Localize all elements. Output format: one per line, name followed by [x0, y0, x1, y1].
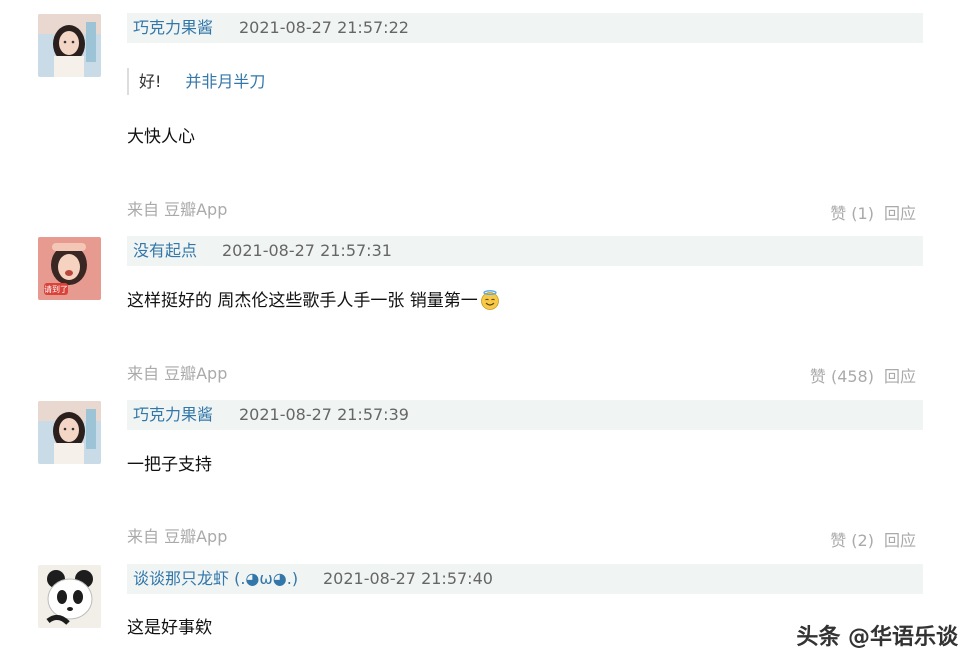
comment-meta: 谈谈那只龙虾 (.◕ω◕.) 2021-08-27 21:57:40 [127, 564, 923, 594]
comment-meta: 巧克力果酱 2021-08-27 21:57:22 [127, 13, 923, 43]
quoted-reply: 好! 并非月半刀 [127, 68, 265, 95]
comment-text: 这样挺好的 周杰伦这些歌手人手一张 销量第一 [127, 291, 478, 311]
reply-button[interactable]: 回应 [884, 531, 916, 550]
comment-content: 这是好事欸 [127, 618, 212, 638]
avatar[interactable] [38, 14, 101, 77]
comment-meta: 巧克力果酱 2021-08-27 21:57:39 [127, 400, 923, 430]
comment-content: 大快人心 [127, 127, 195, 147]
smiling-halo-face-emoji-icon [480, 290, 499, 310]
like-button[interactable]: 赞 (458) [810, 367, 874, 386]
author-link[interactable]: 没有起点 [133, 240, 197, 262]
comment-content: 一把子支持 [127, 455, 212, 475]
quote-text: 好! [139, 72, 162, 91]
author-link[interactable]: 巧克力果酱 [133, 404, 213, 426]
author-link[interactable]: 谈谈那只龙虾 (.◕ω◕.) [133, 568, 298, 590]
like-button[interactable]: 赞 (1) [830, 204, 874, 223]
comment-time: 2021-08-27 21:57:31 [222, 241, 392, 260]
panda-icon [38, 565, 101, 628]
quote-author-link[interactable]: 并非月半刀 [185, 72, 265, 91]
comment-source: 来自 豆瓣App [127, 364, 228, 383]
avatar[interactable] [38, 401, 101, 464]
reply-button[interactable]: 回应 [884, 204, 916, 223]
comment-source: 来自 豆瓣App [127, 527, 228, 546]
reply-button[interactable]: 回应 [884, 367, 916, 386]
author-link[interactable]: 巧克力果酱 [133, 17, 213, 39]
comment-actions: 赞 (458) 回应 [810, 366, 916, 388]
watermark: 头条 @华语乐谈 [796, 625, 958, 650]
comment-source: 来自 豆瓣App [127, 200, 228, 219]
surprised-girl-icon: 请到了 [38, 237, 101, 300]
avatar[interactable]: 请到了 [38, 237, 101, 300]
comment-actions: 赞 (2) 回应 [830, 530, 916, 552]
comment-time: 2021-08-27 21:57:22 [239, 18, 409, 37]
girl-portrait-icon [38, 401, 101, 464]
comment-actions: 赞 (1) 回应 [830, 203, 916, 225]
comment-content: 这样挺好的 周杰伦这些歌手人手一张 销量第一 [127, 289, 500, 313]
comment-time: 2021-08-27 21:57:39 [239, 405, 409, 424]
avatar[interactable] [38, 565, 101, 628]
avatar-caption: 请到了 [44, 284, 68, 294]
comment-time: 2021-08-27 21:57:40 [323, 569, 493, 588]
girl-portrait-icon [38, 14, 101, 77]
like-button[interactable]: 赞 (2) [830, 531, 874, 550]
comment-meta: 没有起点 2021-08-27 21:57:31 [127, 236, 923, 266]
